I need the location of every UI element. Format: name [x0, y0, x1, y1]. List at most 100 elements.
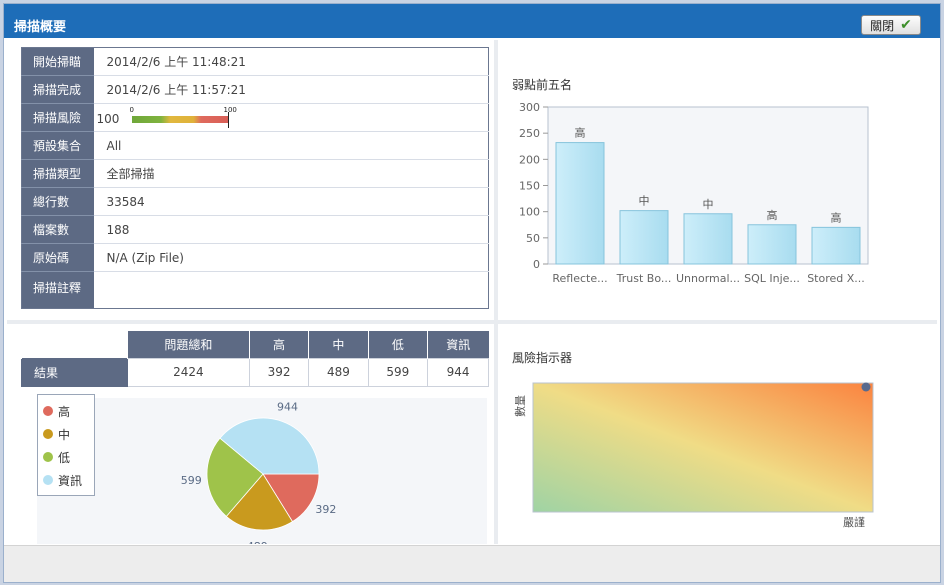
bar — [683, 213, 733, 265]
y-tick-label: 250 — [519, 127, 540, 140]
x-tick-label: Trust Bo... — [616, 272, 672, 285]
bar-data-label: 中 — [639, 195, 650, 208]
info-row: 檔案數 188 — [21, 215, 489, 244]
risk-gauge-bar — [131, 116, 228, 123]
info-row: 總行數 33584 — [21, 187, 489, 216]
info-key: 掃描風險 — [21, 103, 94, 132]
info-value: 全部掃描 — [93, 159, 489, 188]
legend-item-high: 高 — [43, 403, 70, 419]
results-cell: 599 — [367, 357, 429, 387]
results-header: 低 — [367, 331, 428, 358]
risk-x-label: 嚴謹 — [843, 515, 865, 529]
info-row: 掃描風險 100 0 100 — [21, 103, 489, 132]
info-key: 掃描類型 — [21, 159, 94, 188]
severity-pie-chart: 392 489 599 944 — [181, 400, 337, 544]
info-row: 原始碼 N/A (Zip File) — [21, 243, 489, 272]
results-header: 資訊 — [427, 331, 489, 358]
info-key: 預設集合 — [21, 131, 94, 160]
window-title: 掃描概要 — [4, 4, 940, 38]
legend-dot — [43, 406, 53, 416]
bar — [811, 226, 861, 265]
info-row: 預設集合 All — [21, 131, 489, 160]
risk-indicator-panel: 風險指示器 數量 嚴謹 — [498, 324, 937, 544]
scan-info-panel: 開始掃瞄 2014/2/6 上午 11:48:21 掃描完成 2014/2/6 … — [7, 40, 494, 320]
results-table: 問題總和 高 中 低 資訊 結果 2424 392 489 599 944 — [21, 331, 489, 387]
y-tick-label: 0 — [533, 258, 540, 271]
bar-data-label: 高 — [575, 126, 586, 140]
bar — [619, 210, 669, 265]
risk-value: 100 — [96, 112, 120, 126]
results-corner — [21, 331, 128, 358]
y-tick-label: 200 — [519, 153, 540, 166]
info-key: 開始掃瞄 — [21, 47, 94, 76]
legend-item-low: 低 — [43, 449, 70, 465]
info-key: 總行數 — [21, 187, 94, 216]
results-cell: 392 — [248, 357, 310, 387]
info-value: 33584 — [93, 187, 489, 216]
results-header-row: 問題總和 高 中 低 資訊 — [21, 331, 489, 358]
pie-data-label: 392 — [315, 503, 336, 516]
info-value: All — [93, 131, 489, 160]
scan-summary-window: 掃描概要 開始掃瞄 2014/2/6 上午 11:48:21 掃描完成 2014… — [3, 3, 941, 583]
bar-data-label: 中 — [703, 198, 714, 211]
top-vulns-panel: 弱點前五名 0 50 100 150 200 250 300 高 Reflecte... 中 Tru… — [498, 40, 937, 320]
y-tick-label: 300 — [519, 101, 540, 114]
bar-data-label: 高 — [767, 208, 778, 222]
risk-scale-max: 100 — [223, 106, 237, 114]
risk-y-label: 數量 — [514, 395, 527, 417]
info-key: 掃描註釋 — [21, 271, 94, 309]
results-header: 中 — [308, 331, 369, 358]
close-button[interactable]: 關閉 ✔ — [861, 15, 921, 35]
legend-label: 資訊 — [58, 473, 83, 488]
scan-info-table: 開始掃瞄 2014/2/6 上午 11:48:21 掃描完成 2014/2/6 … — [21, 47, 489, 309]
info-row: 掃描類型 全部掃描 — [21, 159, 489, 188]
x-tick-label: Stored X... — [807, 272, 865, 285]
check-icon: ✔ — [900, 17, 912, 33]
info-value: N/A (Zip File) — [93, 243, 489, 272]
x-tick-label: SQL Inje... — [744, 272, 800, 285]
pie-data-label: 489 — [247, 540, 268, 544]
info-value: 188 — [93, 215, 489, 244]
info-row: 掃描完成 2014/2/6 上午 11:57:21 — [21, 75, 489, 104]
results-row: 結果 2424 392 489 599 944 — [21, 357, 489, 387]
footer-bar — [4, 545, 940, 582]
x-tick-label: Reflecte... — [552, 272, 607, 285]
pie-chart-area: 392 489 599 944 — [37, 398, 487, 544]
legend-dot — [43, 452, 53, 462]
top-vulns-bar-chart: 0 50 100 150 200 250 300 高 Reflecte... 中 Trust Bo.… — [519, 101, 869, 285]
legend-label: 低 — [58, 450, 71, 465]
risk-gauge-marker — [227, 112, 229, 128]
risk-indicator-chart: 數量 嚴謹 — [514, 382, 874, 529]
results-panel: 問題總和 高 中 低 資訊 結果 2424 392 489 599 944 39… — [7, 324, 494, 544]
pie-data-label: 944 — [277, 400, 298, 413]
close-button-label: 關閉 — [870, 18, 895, 33]
legend-label: 高 — [58, 404, 71, 419]
info-value: 2014/2/6 上午 11:48:21 — [93, 47, 489, 76]
y-tick-label: 150 — [519, 180, 540, 193]
risk-scale-min: 0 — [129, 106, 134, 114]
legend-item-info: 資訊 — [43, 472, 82, 488]
bar — [555, 142, 605, 265]
legend-dot — [43, 475, 53, 485]
info-key: 檔案數 — [21, 215, 94, 244]
x-tick-label: Unnormal... — [676, 272, 740, 285]
info-row: 開始掃瞄 2014/2/6 上午 11:48:21 — [21, 47, 489, 76]
results-header: 高 — [248, 331, 309, 358]
bar — [747, 224, 797, 265]
results-cell: 489 — [308, 357, 369, 387]
info-row: 掃描註釋 — [21, 271, 489, 309]
y-tick-label: 50 — [526, 232, 540, 245]
summary-body: 開始掃瞄 2014/2/6 上午 11:48:21 掃描完成 2014/2/6 … — [7, 40, 937, 544]
pie-legend: 高 中 低 資訊 — [37, 394, 95, 496]
info-key: 掃描完成 — [21, 75, 94, 104]
legend-dot — [43, 429, 53, 439]
legend-label: 中 — [58, 427, 71, 442]
risk-heat-area — [532, 382, 874, 513]
bar-data-label: 高 — [831, 210, 842, 224]
risk-cell: 100 0 100 — [93, 103, 489, 132]
y-tick-label: 100 — [519, 206, 540, 219]
pie-data-label: 599 — [181, 474, 202, 487]
results-header: 問題總和 — [127, 331, 250, 358]
results-cell: 944 — [427, 357, 489, 387]
info-key: 原始碼 — [21, 243, 94, 272]
